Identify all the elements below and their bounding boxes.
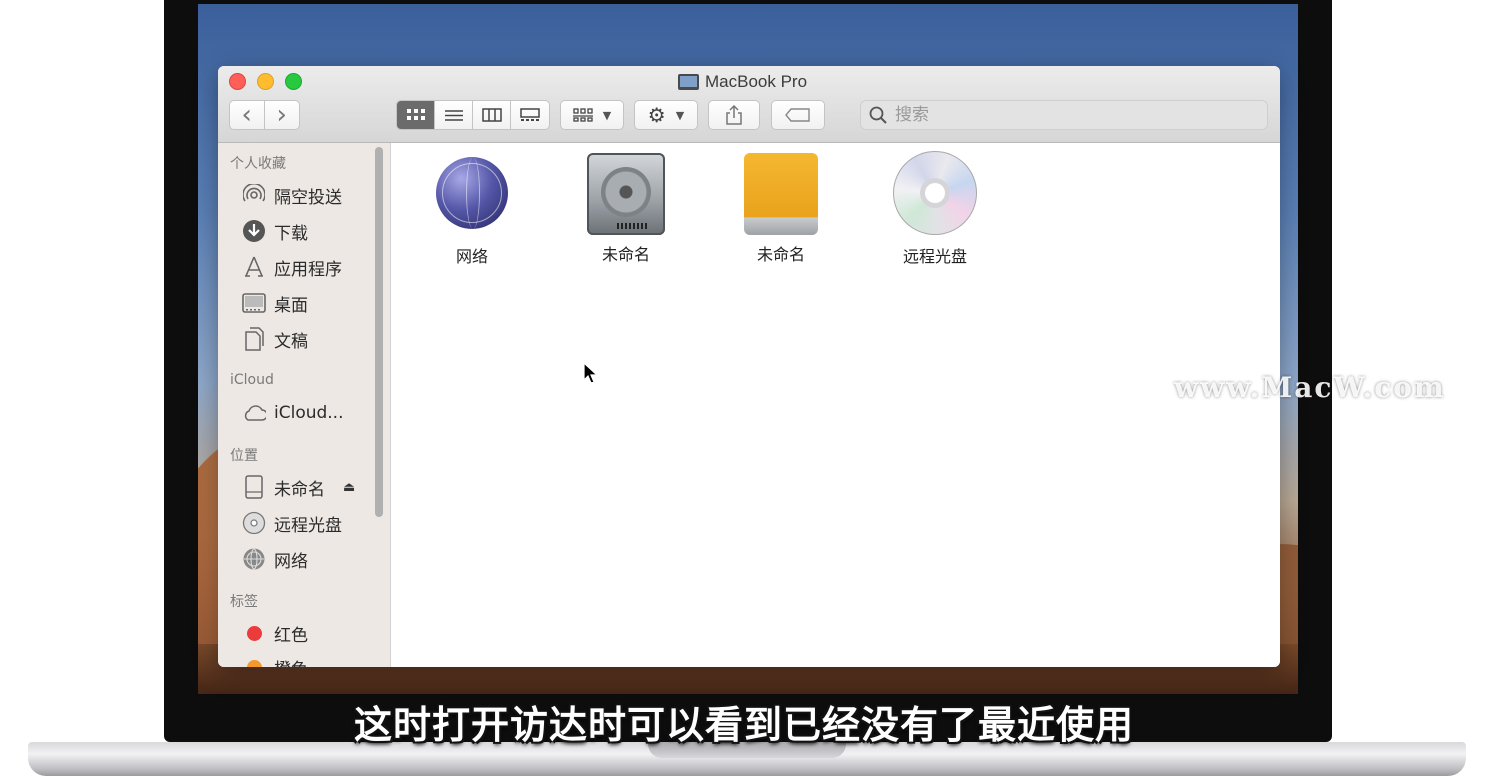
remote-disc-icon — [242, 511, 266, 535]
gallery-icon — [520, 108, 540, 121]
file-item-network[interactable]: 网络 — [407, 153, 537, 267]
airdrop-icon — [242, 183, 266, 207]
search-field[interactable] — [860, 100, 1268, 130]
file-label: 网络 — [455, 247, 488, 266]
file-label: 远程光盘 — [902, 247, 967, 266]
tag-dot-orange — [242, 655, 266, 667]
file-item-untitled-hdd[interactable]: 未命名 — [561, 153, 691, 265]
search-input[interactable] — [893, 104, 1257, 126]
close-button[interactable] — [229, 73, 246, 90]
chevron-left-icon: ‹ — [241, 100, 252, 130]
view-switcher — [396, 100, 550, 130]
sidebar-item-label: 应用程序 — [274, 259, 342, 280]
sidebar-item-label: 隔空投送 — [274, 187, 342, 208]
sidebar-item-remote-disc[interactable]: 远程光盘 — [242, 509, 382, 537]
list-icon — [444, 109, 463, 121]
sidebar-item-desktop[interactable]: 桌面 — [242, 289, 382, 317]
titlebar: MacBook Pro ‹ › ▼ ⚙ ▼ 搜索 — [218, 66, 1280, 143]
group-by-button[interactable]: ▼ — [560, 100, 624, 130]
sidebar-item-label: 桌面 — [274, 295, 308, 316]
tag-icon — [785, 108, 810, 122]
download-icon — [242, 219, 266, 243]
back-button[interactable]: ‹ — [230, 101, 265, 129]
file-item-remote-disc[interactable]: 远程光盘 — [870, 151, 1000, 267]
nav-buttons: ‹ › — [229, 100, 300, 130]
watermark-text: www.MacW.com — [1174, 370, 1446, 404]
window-title-text: MacBook Pro — [705, 72, 808, 91]
column-view-button[interactable] — [473, 101, 511, 129]
sidebar-section-icloud: iCloud — [230, 372, 274, 388]
minimize-button[interactable] — [257, 73, 274, 90]
chevron-right-icon: › — [276, 100, 287, 130]
columns-icon — [481, 108, 502, 122]
sidebar-section-locations: 位置 — [230, 448, 258, 464]
sidebar-item-label: 文稿 — [274, 331, 308, 352]
sidebar-item-network[interactable]: 网络 — [242, 545, 382, 573]
tag-button[interactable] — [771, 100, 825, 130]
file-label: 未命名 — [601, 245, 650, 264]
sidebar-item-airdrop[interactable]: 隔空投送 — [242, 181, 382, 209]
grid-icon — [406, 109, 425, 120]
chevron-down-icon: ▼ — [602, 108, 612, 122]
file-item-untitled-external[interactable]: 未命名 — [716, 153, 846, 265]
group-grid-icon — [572, 108, 593, 122]
sidebar-item-tag-orange[interactable]: 橙色 — [242, 653, 382, 667]
forward-button[interactable]: › — [265, 101, 300, 129]
sidebar-section-tags: 标签 — [230, 594, 258, 610]
zoom-button[interactable] — [285, 73, 302, 90]
icon-view-button[interactable] — [397, 101, 435, 129]
sidebar-item-applications[interactable]: 应用程序 — [242, 253, 382, 281]
video-subtitle: 这时打开访达时可以看到已经没有了最近使用 — [353, 703, 1134, 747]
sidebar-item-untitled-disk[interactable]: 未命名 ⏏ — [242, 473, 382, 501]
sidebar: 个人收藏 隔空投送 下载 应用程序 桌面 文稿 iCloud iCloud...… — [218, 143, 391, 667]
sidebar-item-label: 未命名 — [274, 479, 325, 500]
documents-icon — [242, 327, 266, 351]
share-icon — [726, 105, 742, 125]
watermark-logo-icon — [1124, 370, 1164, 404]
sidebar-section-favorites: 个人收藏 — [230, 156, 286, 172]
cloud-icon — [242, 401, 266, 425]
watermark: www.MacW.com — [1124, 370, 1446, 404]
share-button[interactable] — [708, 100, 760, 130]
macbook-icon — [678, 74, 699, 90]
network-globe-icon — [436, 157, 508, 229]
sidebar-item-label: iCloud... — [274, 403, 344, 423]
action-button[interactable]: ⚙ ▼ — [634, 100, 698, 130]
sidebar-item-label: 橙色 — [274, 655, 308, 668]
hard-drive-icon — [587, 153, 665, 235]
sidebar-item-label: 下载 — [274, 223, 308, 244]
sidebar-item-label: 远程光盘 — [274, 515, 342, 536]
sidebar-item-icloud-drive[interactable]: iCloud... — [242, 399, 382, 427]
sidebar-item-documents[interactable]: 文稿 — [242, 325, 382, 353]
tag-dot-red — [242, 621, 266, 645]
sidebar-item-label: 网络 — [274, 551, 308, 572]
sidebar-item-tag-red[interactable]: 红色 — [242, 619, 382, 647]
window-title: MacBook Pro — [678, 71, 807, 93]
optical-disc-icon — [893, 151, 977, 235]
eject-icon[interactable]: ⏏ — [343, 480, 355, 495]
finder-window: MacBook Pro ‹ › ▼ ⚙ ▼ 搜索 个人收藏 隔空投送 下载 应用… — [218, 66, 1280, 667]
applications-icon — [242, 255, 266, 279]
gear-icon: ⚙ — [647, 103, 666, 127]
chevron-down-icon: ▼ — [675, 108, 685, 122]
gallery-view-button[interactable] — [511, 101, 549, 129]
file-browser: 网络 未命名 未命名 远程光盘 — [391, 143, 1280, 667]
sidebar-item-downloads[interactable]: 下载 — [242, 217, 382, 245]
disk-icon — [242, 475, 266, 499]
sidebar-item-label: 红色 — [274, 625, 308, 646]
network-icon — [242, 547, 266, 571]
file-label: 未命名 — [756, 245, 805, 264]
external-drive-icon — [744, 153, 818, 235]
list-view-button[interactable] — [435, 101, 473, 129]
desktop-icon — [242, 291, 266, 315]
search-icon — [869, 106, 887, 124]
